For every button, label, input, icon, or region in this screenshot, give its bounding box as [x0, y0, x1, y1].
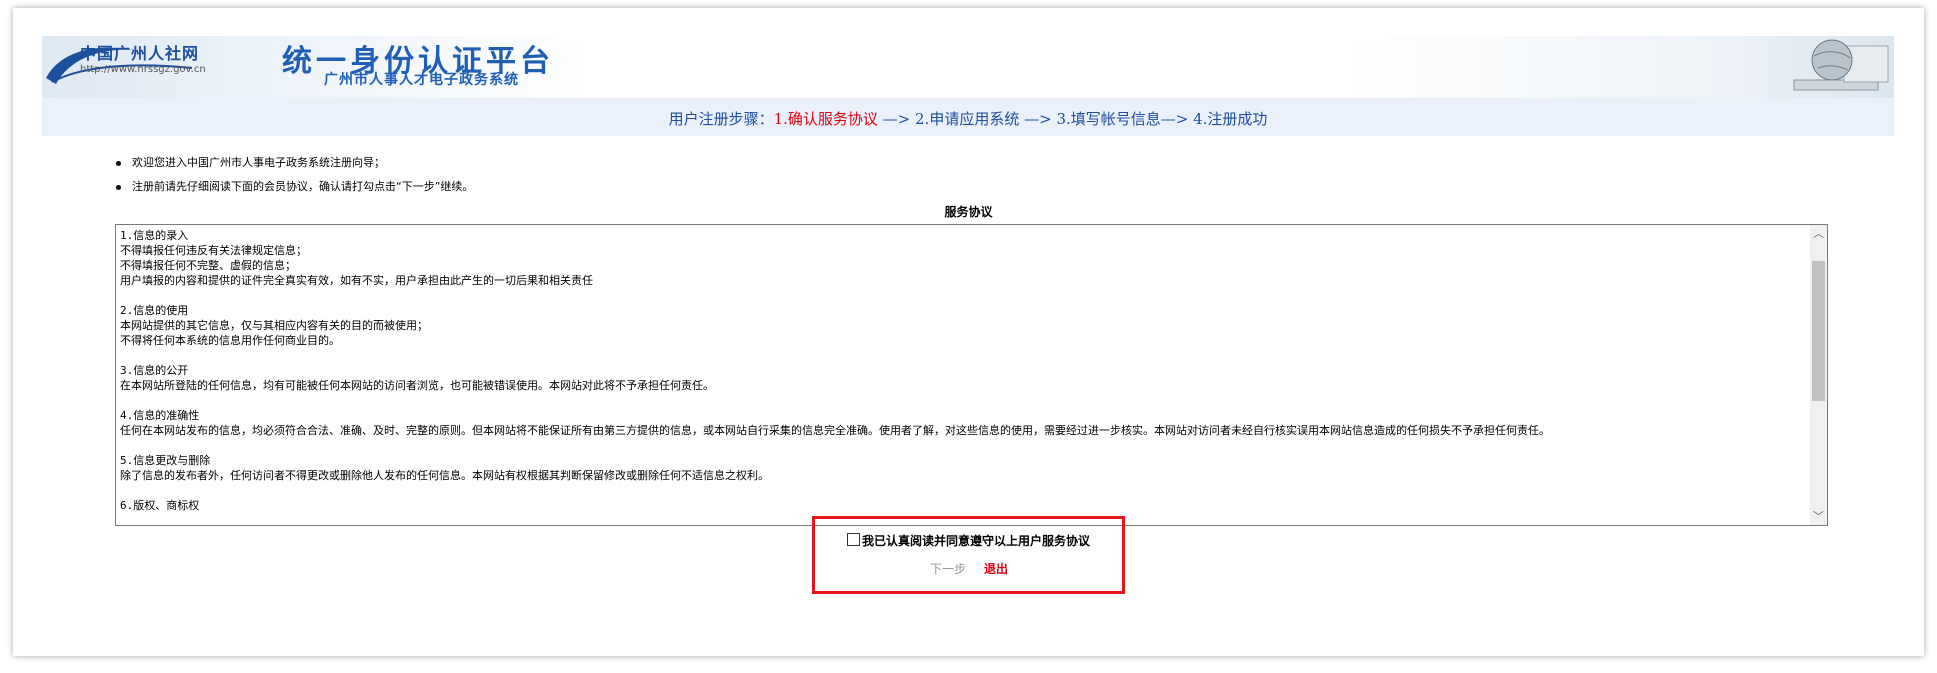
intro-text: 欢迎您进入中国广州市人事电子政务系统注册向导；: [132, 156, 385, 169]
step-2: 2.申请应用系统: [915, 110, 1020, 128]
intro-text: 注册前请先仔细阅读下面的会员协议，确认请打勾点击“下一步”继续。: [132, 180, 474, 193]
agreement-textarea[interactable]: 1.信息的录入 不得填报任何违反有关法律规定信息； 不得填报任何不完整、虚假的信…: [115, 224, 1828, 526]
globe-laptop-icon: [1793, 39, 1889, 91]
scroll-up-icon[interactable]: ︿: [1810, 225, 1827, 242]
step-4: 4.注册成功: [1193, 110, 1268, 128]
registration-steps: 用户注册步骤：1.确认服务协议 —> 2.申请应用系统 —> 3.填写帐号信息—…: [42, 108, 1894, 129]
steps-prefix: 用户注册步骤：: [668, 110, 774, 128]
step-1-current: 1.确认服务协议: [773, 110, 878, 128]
agreement-text: 1.信息的录入 不得填报任何违反有关法律规定信息； 不得填报任何不完整、虚假的信…: [120, 229, 1550, 512]
step-arrow: —>: [1160, 110, 1194, 128]
highlight-box: [812, 516, 1125, 594]
step-3: 3.填写帐号信息: [1056, 110, 1161, 128]
step-arrow: —>: [877, 110, 916, 128]
action-buttons: 下一步 退出: [930, 560, 1008, 577]
consent-checkbox[interactable]: [846, 533, 860, 546]
step-arrow: —>: [1019, 110, 1057, 128]
exit-button[interactable]: 退出: [984, 562, 1008, 576]
site-header: 中国广州人社网 http://www.hrssgz.gov.cn 统一身份认证平…: [42, 36, 1894, 98]
consent-row: 我已认真阅读并同意遵守以上用户服务协议: [0, 532, 1937, 549]
agreement-title: 服务协议: [944, 205, 993, 219]
bullet-icon: [116, 161, 121, 166]
registration-steps-bar: 用户注册步骤：1.确认服务协议 —> 2.申请应用系统 —> 3.填写帐号信息—…: [42, 98, 1894, 136]
bullet-icon: [116, 185, 121, 190]
scroll-thumb[interactable]: [1812, 261, 1825, 401]
agreement-scrollbar[interactable]: ︿ ﹀: [1810, 225, 1827, 525]
platform-subtitle: 广州市人事人才电子政务系统: [324, 72, 519, 88]
consent-label[interactable]: 我已认真阅读并同意遵守以上用户服务协议: [862, 534, 1090, 548]
logo-url: http://www.hrssgz.gov.cn: [80, 64, 206, 75]
logo-text: 中国广州人社网: [80, 44, 200, 63]
next-button[interactable]: 下一步: [930, 562, 966, 576]
scroll-down-icon[interactable]: ﹀: [1810, 508, 1827, 525]
